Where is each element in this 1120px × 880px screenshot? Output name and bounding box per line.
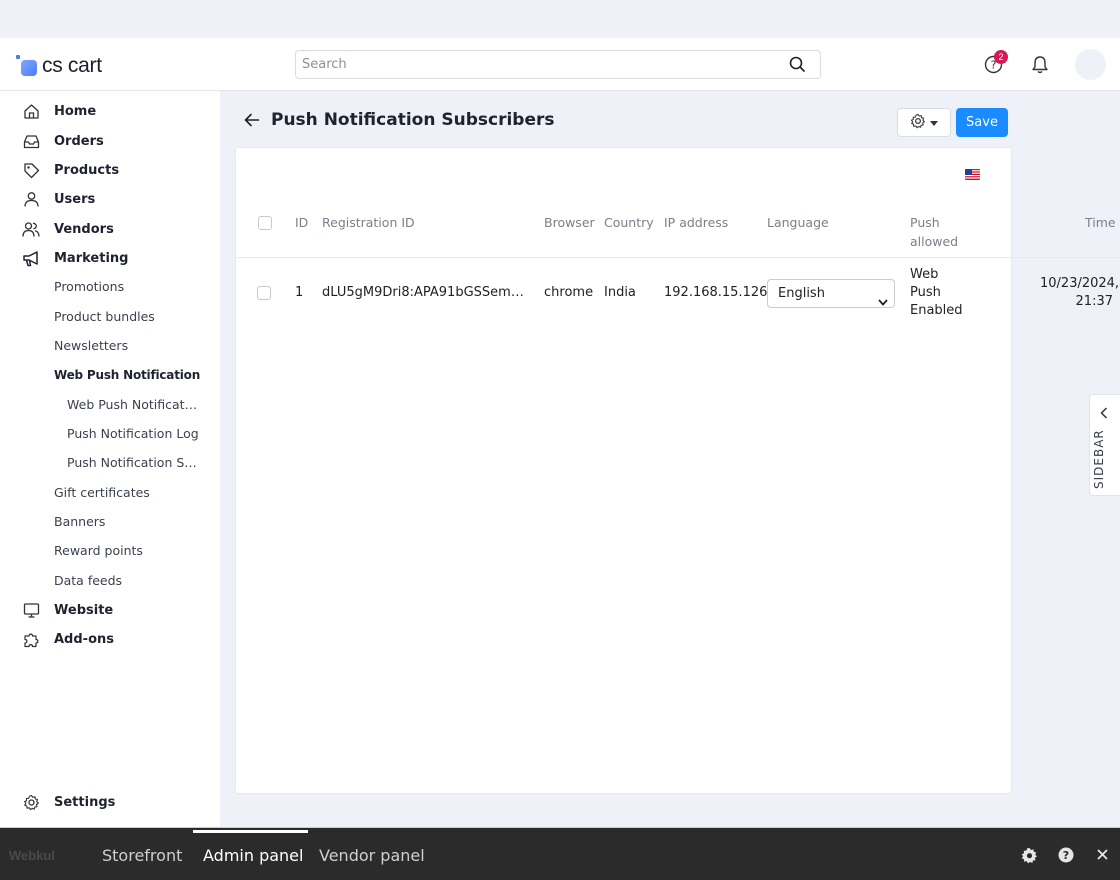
sidebar-item-label: Users [54, 191, 96, 207]
sidebar-item-home[interactable]: Home [22, 99, 96, 123]
user-avatar[interactable] [1075, 49, 1106, 80]
settings-dropdown-button[interactable] [897, 108, 951, 137]
home-icon [22, 102, 40, 120]
sidebar-sub-banners[interactable]: Banners [54, 512, 105, 532]
tag-icon [22, 161, 40, 179]
sidebar-item-products[interactable]: Products [22, 158, 119, 182]
cell-ip-address: 192.168.15.126 [664, 285, 768, 300]
column-header-push-allowed-line2: allowed [910, 234, 959, 249]
cs-cart-logo[interactable]: cs cart [16, 54, 102, 78]
tab-storefront[interactable]: Storefront [102, 846, 182, 865]
notification-count-badge: 2 [994, 50, 1008, 64]
sidebar-sub2-push-notification-subscribers[interactable]: Push Notification Subscribers [67, 453, 199, 473]
sidebar-item-label: Settings [54, 794, 116, 810]
us-flag-icon[interactable] [965, 169, 980, 180]
column-header-push-allowed-line1: Push [910, 215, 940, 230]
page-title: Push Notification Subscribers [271, 110, 555, 130]
cell-id: 1 [295, 285, 304, 300]
column-header-time[interactable]: Time [1085, 213, 1116, 232]
tab-admin-panel[interactable]: Admin panel [203, 846, 303, 865]
push-allowed-line3: Enabled [910, 303, 963, 318]
sidebar-sub-promotions[interactable]: Promotions [54, 277, 124, 297]
sidebar-item-users[interactable]: Users [22, 187, 95, 211]
sidebar-sub-reward-points[interactable]: Reward points [54, 541, 143, 561]
close-icon[interactable] [1097, 849, 1108, 864]
sidebar-item-add-ons[interactable]: Add-ons [22, 627, 114, 651]
column-header-registration-id[interactable]: Registration ID [322, 213, 415, 232]
cell-push-allowed: Web Push Enabled [910, 266, 963, 320]
sidebar-sub2-web-push-notification[interactable]: Web Push Notification [67, 395, 199, 415]
sidebar-sub-web-push-notification[interactable]: Web Push Notification [54, 365, 200, 385]
search-icon[interactable] [789, 56, 806, 77]
push-allowed-line2: Push [910, 285, 941, 300]
column-header-browser[interactable]: Browser [544, 213, 595, 232]
tab-vendor-panel[interactable]: Vendor panel [319, 846, 425, 865]
sidebar-item-label: Home [54, 103, 97, 119]
time-date: 10/23/2024, [1040, 276, 1120, 291]
user-icon [22, 190, 40, 208]
cell-registration-id: dLU5gM9Dri8:APA91bGSSemV5ra... [322, 285, 530, 300]
puzzle-icon [22, 630, 40, 648]
sidebar-sub-product-bundles[interactable]: Product bundles [54, 307, 155, 327]
webkul-logo[interactable]: Webkul [9, 848, 55, 863]
sidebar-item-website[interactable]: Website [22, 598, 113, 622]
bell-icon[interactable] [1031, 55, 1049, 78]
sidebar-item-vendors[interactable]: Vendors [22, 217, 114, 241]
sidebar-sub-gift-certificates[interactable]: Gift certificates [54, 483, 150, 503]
sidebar-toggle-tab[interactable]: SIDEBAR [1089, 394, 1120, 496]
search-input[interactable] [296, 51, 766, 78]
chevron-down-icon [878, 289, 888, 316]
language-select-value: English [778, 286, 825, 301]
language-select[interactable]: English [767, 279, 895, 308]
inbox-icon [22, 132, 40, 150]
chevron-left-icon [1100, 407, 1108, 423]
top-strip [0, 0, 1120, 38]
sidebar-item-label: Products [54, 162, 120, 178]
active-tab-indicator [193, 830, 308, 833]
monitor-icon [22, 601, 40, 619]
left-sidebar: Home Orders Products Users Vendors Marke… [0, 91, 220, 827]
users-icon [22, 220, 40, 238]
row-checkbox[interactable] [257, 286, 271, 300]
sidebar-item-label: Vendors [54, 221, 114, 237]
cell-browser: chrome [544, 285, 594, 300]
back-arrow-icon[interactable] [244, 111, 262, 129]
sidebar-item-label: Website [54, 602, 114, 618]
sidebar-item-orders[interactable]: Orders [22, 129, 104, 153]
svg-text:?: ? [1063, 849, 1069, 862]
help-icon[interactable]: ? [1058, 847, 1074, 867]
gear-icon [22, 793, 40, 811]
megaphone-icon [22, 249, 40, 267]
gear-icon[interactable] [1021, 847, 1038, 868]
sidebar-tab-label: SIDEBAR [1092, 429, 1106, 489]
top-header: cs cart ? 2 [0, 38, 1120, 91]
column-header-country[interactable]: Country [604, 213, 654, 232]
sidebar-sub-data-feeds[interactable]: Data feeds [54, 571, 122, 591]
sidebar-sub2-push-notification-log[interactable]: Push Notification Log [67, 424, 199, 444]
sidebar-item-label: Orders [54, 133, 104, 149]
logo-text: cs cart [42, 54, 102, 77]
caret-down-icon [930, 115, 938, 130]
demo-bottom-bar: Webkul Storefront Admin panel Vendor pan… [0, 827, 1120, 880]
page-title-row: Push Notification Subscribers [244, 110, 555, 130]
gear-icon [910, 113, 926, 133]
cell-country: India [604, 285, 636, 300]
sidebar-item-label: Marketing [54, 250, 129, 266]
save-button[interactable]: Save [956, 108, 1008, 137]
time-clock: 21:37 [1075, 294, 1113, 309]
column-header-id[interactable]: ID [295, 213, 308, 232]
column-header-ip-address[interactable]: IP address [664, 213, 728, 232]
logo-mark [16, 55, 38, 77]
sidebar-item-settings[interactable]: Settings [22, 790, 115, 814]
column-header-push-allowed[interactable]: Push allowed [910, 213, 958, 251]
sidebar-sub-newsletters[interactable]: Newsletters [54, 336, 128, 356]
push-allowed-line1: Web [910, 267, 939, 282]
search-box [295, 50, 821, 79]
column-header-language[interactable]: Language [767, 213, 829, 232]
sidebar-item-label: Add-ons [54, 631, 114, 647]
sidebar-item-marketing[interactable]: Marketing [22, 246, 128, 270]
select-all-checkbox[interactable] [258, 216, 272, 230]
cell-time: 10/23/2024, 21:37 [1040, 275, 1119, 311]
